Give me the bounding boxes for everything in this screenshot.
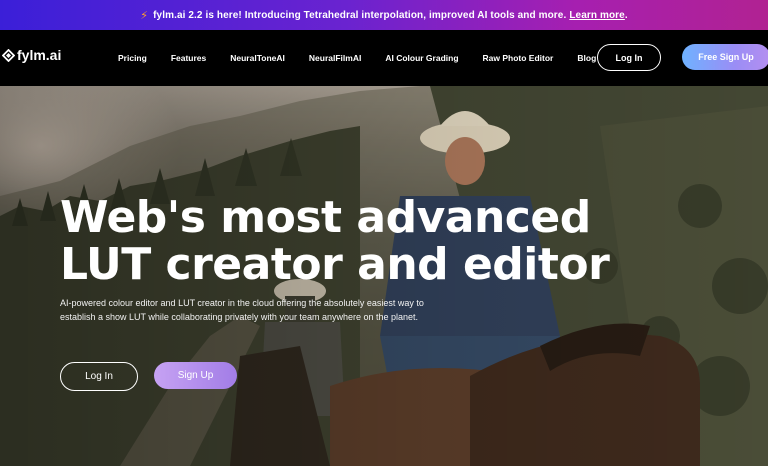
lightning-bolt-icon: ⚡	[140, 9, 149, 22]
hero-login-button[interactable]: Log In	[60, 362, 138, 391]
nav-link-pricing[interactable]: Pricing	[118, 53, 147, 63]
hero-signup-button[interactable]: Sign Up	[154, 362, 237, 389]
nav-link-blog[interactable]: Blog	[577, 53, 596, 63]
hero-subtext: AI-powered colour editor and LUT creator…	[60, 296, 480, 324]
announcement-bar: ⚡ fylm.ai 2.2 is here! Introducing Tetra…	[0, 0, 768, 30]
hero-section: Web's most advanced LUT creator and edit…	[0, 86, 768, 466]
nav-link-raw-photo-editor[interactable]: Raw Photo Editor	[483, 53, 554, 63]
nav-link-neuralfilmai[interactable]: NeuralFilmAI	[309, 53, 361, 63]
hero-headline-line-2: LUT creator and editor	[60, 239, 610, 290]
hero-headline: Web's most advanced LUT creator and edit…	[60, 194, 660, 288]
fylm-logo-icon	[2, 48, 15, 62]
nav-links: Pricing Features NeuralToneAI NeuralFilm…	[118, 30, 620, 86]
announcement-period: .	[624, 9, 628, 21]
nav-login-button[interactable]: Log In	[597, 44, 661, 71]
learn-more-link[interactable]: Learn more	[569, 10, 624, 21]
announcement-text: fylm.ai 2.2 is here! Introducing Tetrahe…	[153, 9, 567, 21]
logo[interactable]: fylm.ai	[2, 47, 61, 63]
nav-link-neuraltoneai[interactable]: NeuralToneAI	[230, 53, 285, 63]
hero-headline-line-1: Web's most advanced	[60, 192, 591, 243]
hero-subtext-line-2: establish a show LUT while collaborating…	[60, 312, 419, 322]
top-navigation: fylm.ai Pricing Features NeuralToneAI Ne…	[0, 30, 768, 86]
hero-subtext-line-1: AI-powered colour editor and LUT creator…	[60, 298, 424, 308]
nav-link-features[interactable]: Features	[171, 53, 206, 63]
nav-link-ai-colour-grading[interactable]: AI Colour Grading	[385, 53, 458, 63]
nav-free-signup-button[interactable]: Free Sign Up	[682, 44, 768, 70]
logo-text: fylm.ai	[17, 47, 62, 63]
